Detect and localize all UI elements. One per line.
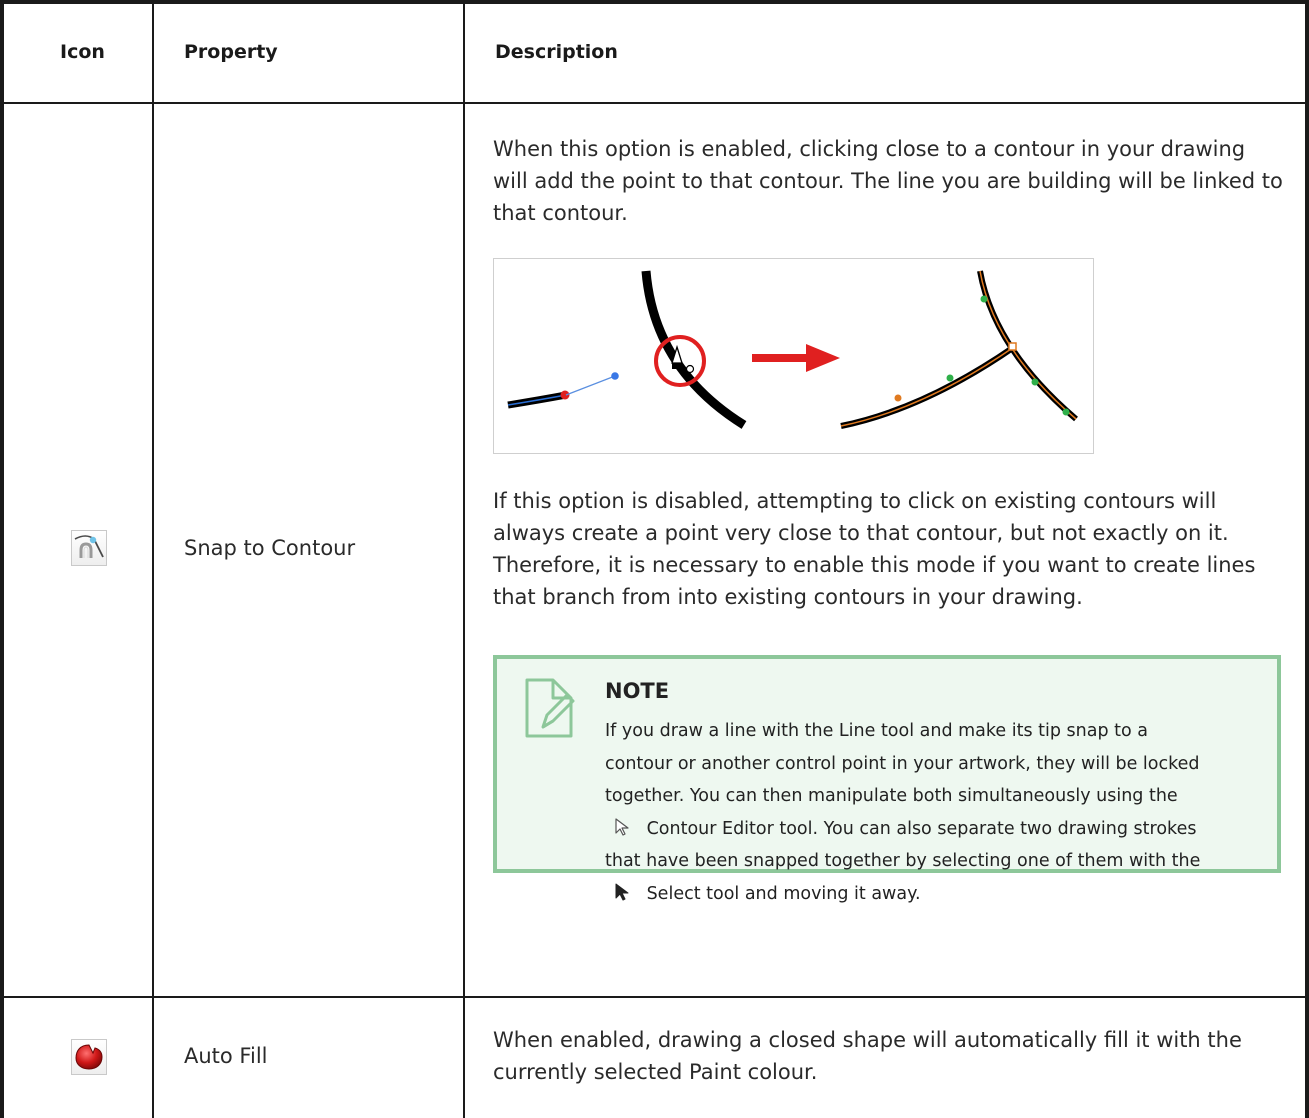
column-divider-2 <box>463 0 465 1118</box>
auto-fill-icon <box>71 1039 107 1075</box>
note-body: If you draw a line with the Line tool an… <box>605 715 1205 910</box>
row-divider <box>0 996 1309 998</box>
table-border-left <box>0 0 4 1118</box>
header-property: Property <box>184 41 278 63</box>
contour-editor-icon <box>613 816 633 836</box>
note-text-part-3: Select tool and moving it away. <box>646 883 921 904</box>
snap-to-contour-icon <box>71 530 107 566</box>
column-divider-1 <box>152 0 154 1118</box>
property-snap-to-contour: Snap to Contour <box>184 536 356 560</box>
note-icon <box>523 677 579 745</box>
note-text-part-1: If you draw a line with the Line tool an… <box>605 721 1200 806</box>
select-tool-icon <box>613 881 633 901</box>
note-title: NOTE <box>605 679 670 703</box>
table-border-right <box>1305 0 1309 1118</box>
description-snap-disabled: If this option is disabled, attempting t… <box>493 489 1256 609</box>
note-box: NOTE If you draw a line with the Line to… <box>493 655 1281 904</box>
header-description: Description <box>495 41 618 63</box>
description-snap-enabled: When this option is enabled, clicking cl… <box>493 137 1283 225</box>
header-icon: Icon <box>60 41 105 63</box>
description-auto-fill: When enabled, drawing a closed shape wil… <box>493 1028 1242 1084</box>
note-text-part-2: Contour Editor tool. You can also separa… <box>605 818 1201 872</box>
snap-illustration <box>493 258 1094 454</box>
property-auto-fill: Auto Fill <box>184 1044 268 1068</box>
property-table: Icon Property Description Snap to Contou… <box>0 0 1309 1118</box>
